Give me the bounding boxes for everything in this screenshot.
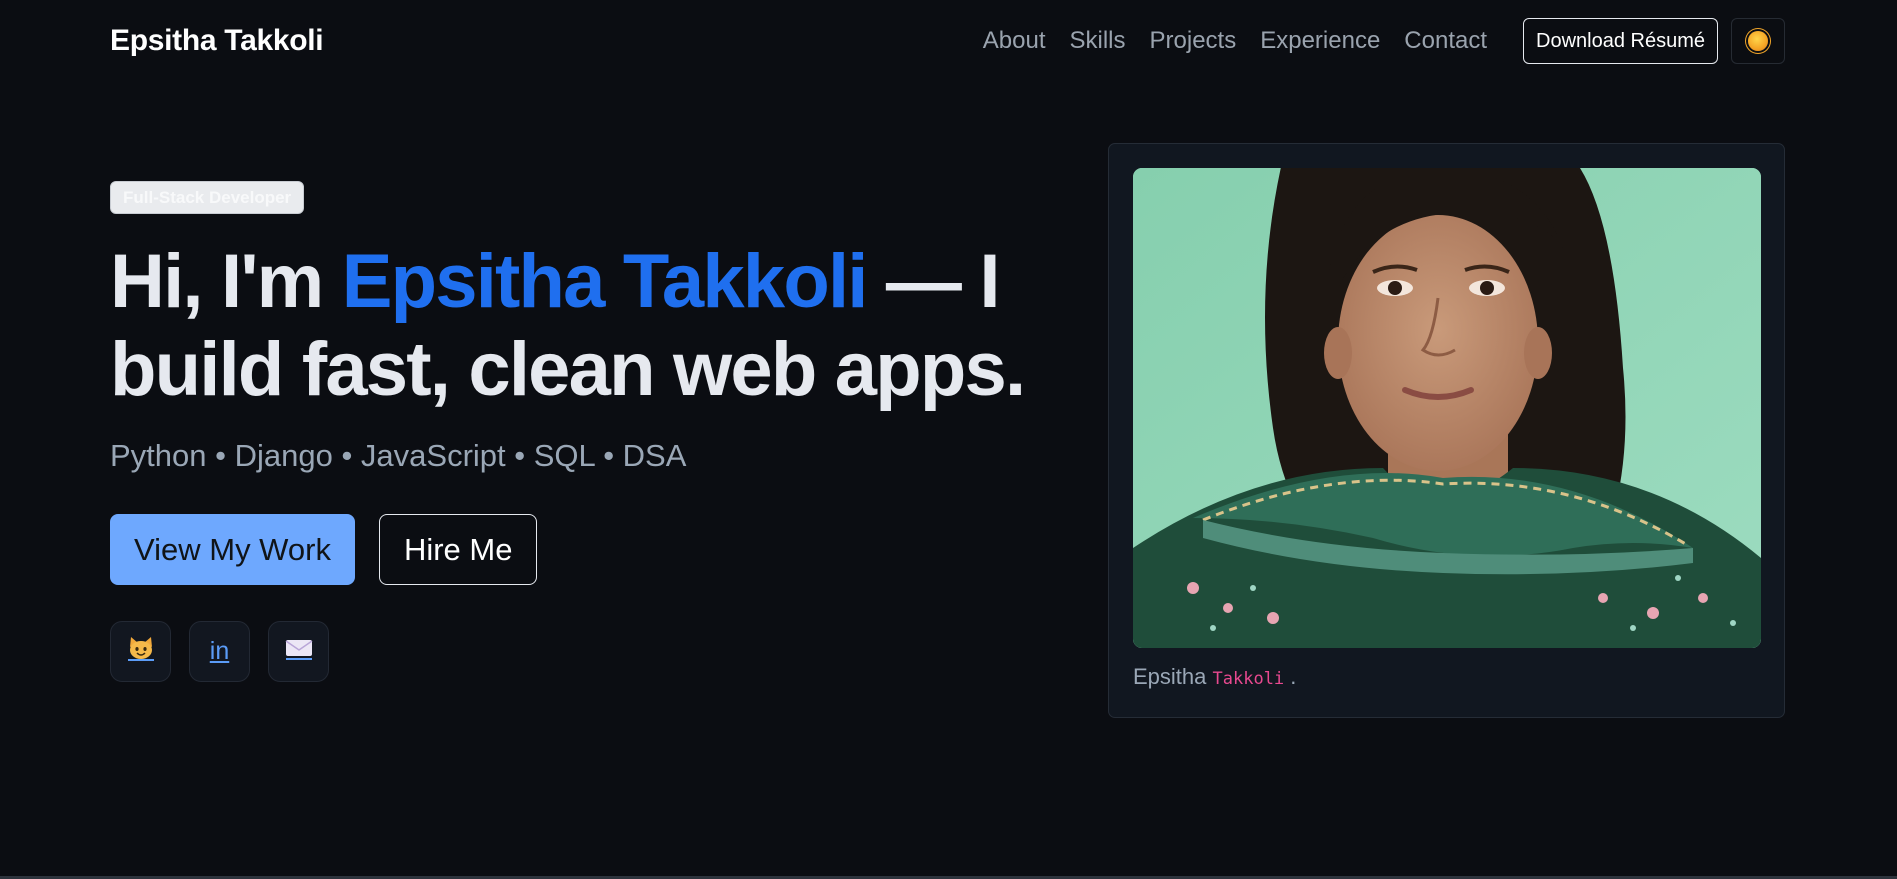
nav-link-contact[interactable]: Contact [1404, 27, 1487, 55]
view-my-work-button[interactable]: View My Work [110, 514, 355, 585]
sun-icon [1748, 31, 1768, 51]
social-links: in [110, 621, 1040, 682]
github-link[interactable] [110, 621, 171, 682]
theme-toggle-button[interactable] [1731, 18, 1785, 64]
nav-right: About Skills Projects Experience Contact… [983, 18, 1785, 64]
tech-stack-line: Python • Django • JavaScript • SQL • DSA [110, 438, 687, 473]
portrait-photo [1133, 168, 1761, 648]
top-nav: Epsitha Takkoli About Skills Projects Ex… [110, 18, 1785, 64]
photo-caption: Epsitha Takkoli . [1133, 664, 1296, 690]
email-icon [284, 637, 314, 666]
brand-name[interactable]: Epsitha Takkoli [110, 24, 324, 58]
page: Epsitha Takkoli About Skills Projects Ex… [0, 0, 1897, 879]
hero-section: Full-Stack Developer Hi, I'm Epsitha Tak… [110, 181, 1040, 682]
caption-end: . [1290, 664, 1297, 689]
download-resume-button[interactable]: Download Résumé [1523, 18, 1718, 64]
caption-name: Epsitha [1133, 664, 1207, 689]
nav-link-about[interactable]: About [983, 27, 1046, 55]
hire-me-button[interactable]: Hire Me [378, 514, 538, 585]
nav-link-skills[interactable]: Skills [1070, 27, 1126, 55]
cta-row: View My Work Hire Me [110, 514, 1040, 585]
caption-code: Takkoli [1212, 669, 1285, 689]
linkedin-link[interactable]: in [189, 621, 250, 682]
linkedin-icon: in [209, 637, 230, 665]
github-cat-icon [126, 635, 156, 668]
headline-name: Epsitha Takkoli [341, 239, 869, 324]
nav-link-experience[interactable]: Experience [1260, 27, 1380, 55]
email-link[interactable] [268, 621, 329, 682]
nav-link-projects[interactable]: Projects [1150, 27, 1237, 55]
hero-headline: Hi, I'm Epsitha Takkoli — I build fast, … [110, 238, 1050, 414]
headline-prefix: Hi, I'm [110, 239, 342, 324]
nav-links: About Skills Projects Experience Contact [983, 27, 1487, 55]
profile-card: Epsitha Takkoli . [1108, 143, 1785, 718]
role-badge: Full-Stack Developer [110, 181, 305, 214]
